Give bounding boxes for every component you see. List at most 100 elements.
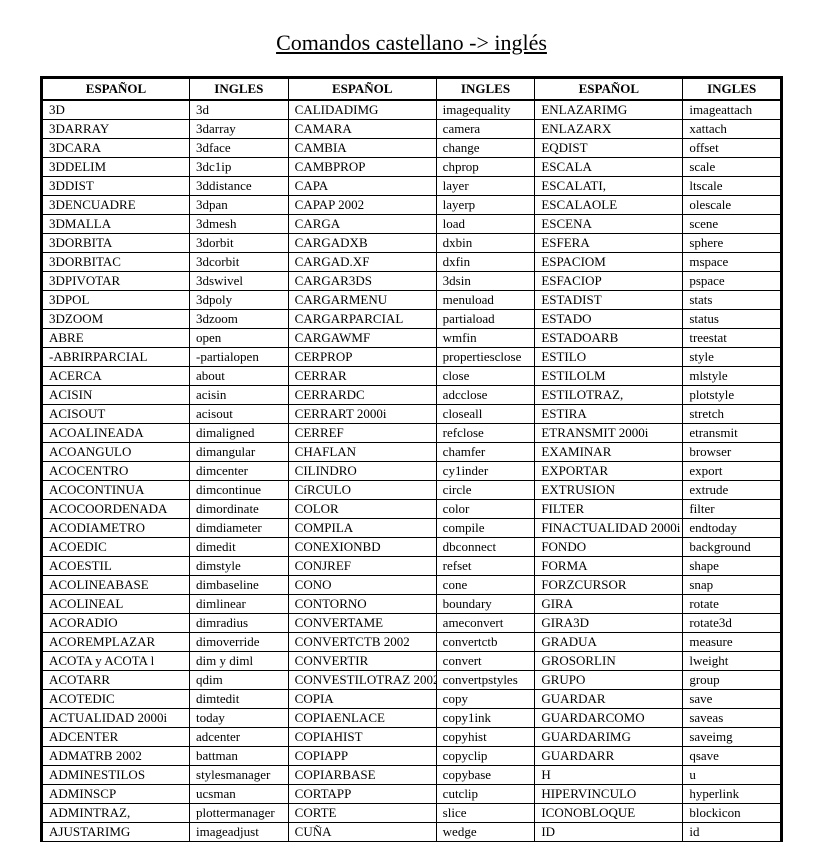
- table-row: 3DCARA3dfaceCAMBIAchangeEQDISToffset: [42, 139, 782, 158]
- cell: ESTILOLM: [535, 367, 683, 386]
- cell: CíRCULO: [288, 481, 436, 500]
- cell: stretch: [683, 405, 782, 424]
- cell: cy1inder: [436, 462, 535, 481]
- cell: ESTIRA: [535, 405, 683, 424]
- cell: CONVERTAME: [288, 614, 436, 633]
- table-row: 3D3dCALIDADIMGimagequalityENLAZARIMGimag…: [42, 100, 782, 120]
- cell: group: [683, 671, 782, 690]
- cell: battman: [190, 747, 289, 766]
- cell: COPIAHIST: [288, 728, 436, 747]
- cell: GUARDAR: [535, 690, 683, 709]
- cell: lweight: [683, 652, 782, 671]
- cell: color: [436, 500, 535, 519]
- cell: qsave: [683, 747, 782, 766]
- cell: convert: [436, 652, 535, 671]
- cell: boundary: [436, 595, 535, 614]
- cell: COMPILA: [288, 519, 436, 538]
- page-title: Comandos castellano -> inglés: [40, 30, 783, 56]
- cell: dxbin: [436, 234, 535, 253]
- cell: 3dpoly: [190, 291, 289, 310]
- column-header: ESPAÑOL: [288, 78, 436, 101]
- table-row: ACOALINEADAdimalignedCERREFrefcloseETRAN…: [42, 424, 782, 443]
- cell: adcclose: [436, 386, 535, 405]
- cell: ESCALAOLE: [535, 196, 683, 215]
- cell: ESTADO: [535, 310, 683, 329]
- column-header: INGLES: [190, 78, 289, 101]
- cell: CONTORNO: [288, 595, 436, 614]
- table-row: ACOTEDICdimteditCOPIAcopyGUARDARsave: [42, 690, 782, 709]
- cell: layer: [436, 177, 535, 196]
- cell: etransmit: [683, 424, 782, 443]
- cell: ACERCA: [42, 367, 190, 386]
- cell: dimradius: [190, 614, 289, 633]
- cell: scene: [683, 215, 782, 234]
- cell: 3dpan: [190, 196, 289, 215]
- cell: ESFACIOP: [535, 272, 683, 291]
- table-row: ADMINESTILOSstylesmanagerCOPIARBASEcopyb…: [42, 766, 782, 785]
- cell: 3dc1ip: [190, 158, 289, 177]
- cell: pspace: [683, 272, 782, 291]
- cell: today: [190, 709, 289, 728]
- cell: dim y diml: [190, 652, 289, 671]
- cell: ABRE: [42, 329, 190, 348]
- cell: dimcenter: [190, 462, 289, 481]
- cell: ACOALINEADA: [42, 424, 190, 443]
- cell: CARGAWMF: [288, 329, 436, 348]
- cell: plottermanager: [190, 804, 289, 823]
- cell: cutclip: [436, 785, 535, 804]
- cell: dimbaseline: [190, 576, 289, 595]
- cell: CERRARDC: [288, 386, 436, 405]
- cell: propertiesclose: [436, 348, 535, 367]
- cell: -ABRIRPARCIAL: [42, 348, 190, 367]
- cell: ACOEDIC: [42, 538, 190, 557]
- cell: 3DDELIM: [42, 158, 190, 177]
- cell: 3dface: [190, 139, 289, 158]
- cell: layerp: [436, 196, 535, 215]
- cell: imageadjust: [190, 823, 289, 842]
- commands-table: ESPAÑOLINGLESESPAÑOLINGLESESPAÑOLINGLES …: [40, 76, 783, 842]
- cell: shape: [683, 557, 782, 576]
- table-row: 3DZOOM3dzoomCARGARPARCIALpartialoadESTAD…: [42, 310, 782, 329]
- cell: ACISIN: [42, 386, 190, 405]
- cell: CHAFLAN: [288, 443, 436, 462]
- cell: ACOCONTINUA: [42, 481, 190, 500]
- cell: COPIA: [288, 690, 436, 709]
- cell: acisout: [190, 405, 289, 424]
- cell: refclose: [436, 424, 535, 443]
- table-row: ADMINSCPucsmanCORTAPPcutclipHIPERVINCULO…: [42, 785, 782, 804]
- cell: stats: [683, 291, 782, 310]
- cell: GIRA3D: [535, 614, 683, 633]
- cell: browser: [683, 443, 782, 462]
- cell: ESTILO: [535, 348, 683, 367]
- cell: ltscale: [683, 177, 782, 196]
- cell: offset: [683, 139, 782, 158]
- column-header: ESPAÑOL: [535, 78, 683, 101]
- cell: ACOESTIL: [42, 557, 190, 576]
- cell: copy1ink: [436, 709, 535, 728]
- cell: about: [190, 367, 289, 386]
- cell: partiaload: [436, 310, 535, 329]
- cell: ucsman: [190, 785, 289, 804]
- cell: FINACTUALIDAD 2000i: [535, 519, 683, 538]
- cell: load: [436, 215, 535, 234]
- cell: dimlinear: [190, 595, 289, 614]
- cell: 3dorbit: [190, 234, 289, 253]
- cell: dimangular: [190, 443, 289, 462]
- cell: dimdiameter: [190, 519, 289, 538]
- cell: copyhist: [436, 728, 535, 747]
- table-row: 3DMALLA3dmeshCARGAloadESCENAscene: [42, 215, 782, 234]
- cell: copybase: [436, 766, 535, 785]
- cell: export: [683, 462, 782, 481]
- cell: chamfer: [436, 443, 535, 462]
- cell: ICONOBLOQUE: [535, 804, 683, 823]
- cell: 3DDIST: [42, 177, 190, 196]
- cell: CORTAPP: [288, 785, 436, 804]
- table-body: 3D3dCALIDADIMGimagequalityENLAZARIMGimag…: [42, 100, 782, 842]
- cell: ACODIAMETRO: [42, 519, 190, 538]
- cell: GROSORLIN: [535, 652, 683, 671]
- table-row: ACODIAMETROdimdiameterCOMPILAcompileFINA…: [42, 519, 782, 538]
- cell: ACISOUT: [42, 405, 190, 424]
- cell: 3DPOL: [42, 291, 190, 310]
- cell: wmfin: [436, 329, 535, 348]
- cell: refset: [436, 557, 535, 576]
